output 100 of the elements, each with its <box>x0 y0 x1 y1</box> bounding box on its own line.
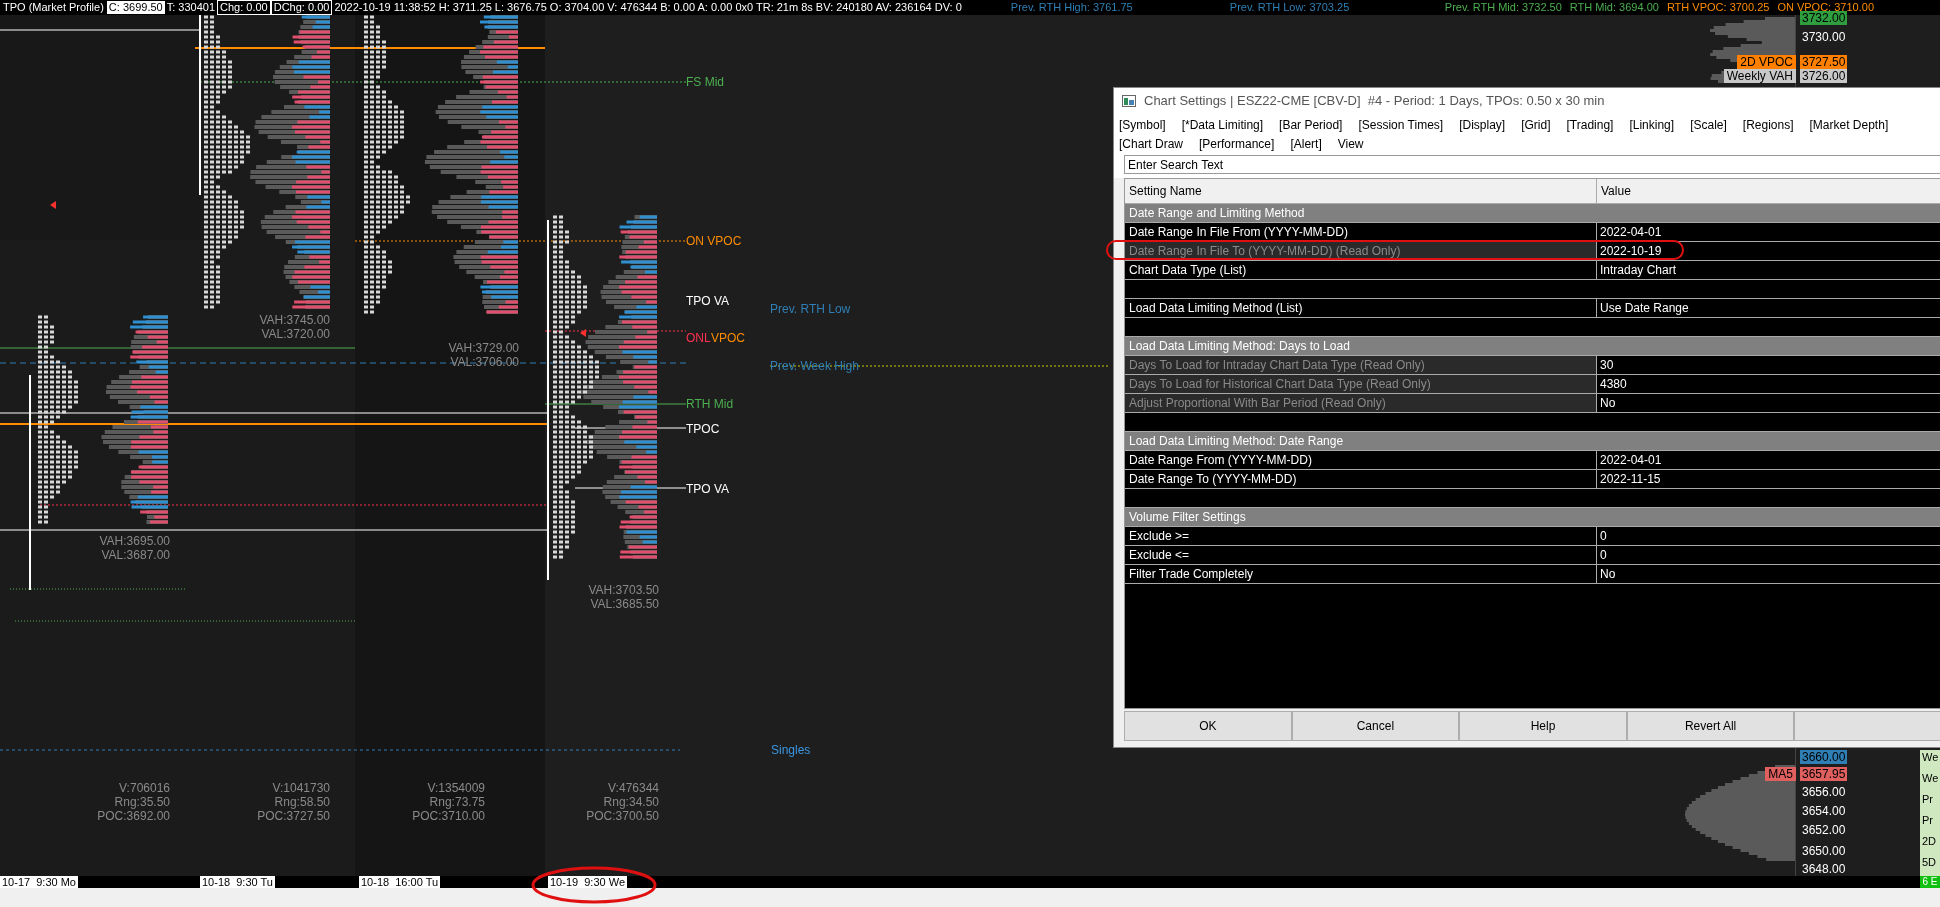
settings-tab[interactable]: [Bar Period] <box>1279 116 1343 135</box>
dialog-button[interactable]: OK <box>1124 711 1292 741</box>
session-range: Rng:35.50 <box>114 795 170 809</box>
setting-value[interactable]: 0 <box>1597 546 1940 564</box>
level-label: Prev. Week High <box>770 359 859 373</box>
settings-tab[interactable]: [Market Depth] <box>1809 116 1889 135</box>
study-label: 2D <box>1921 835 1938 848</box>
price-label: 3730.00 <box>1801 30 1847 44</box>
time-label: 10-18 9:30 Tu <box>200 876 275 888</box>
setting-value[interactable]: Intraday Chart <box>1597 261 1940 279</box>
value-area-high: VAH:3695.00 <box>99 534 170 548</box>
settings-tab[interactable]: [Linking] <box>1629 116 1675 135</box>
level-label: ON VPOC: 3710.00 <box>1777 1 1874 13</box>
level-label: ONL <box>686 331 711 345</box>
status-field: T: 330401 <box>164 1 217 14</box>
level-label: Prev. RTH Low: 3703.25 <box>1229 1 1351 14</box>
session-poc: POC:3700.50 <box>586 809 659 823</box>
value-area-low: VAL:3687.00 <box>101 548 170 562</box>
settings-tab[interactable]: [Scale] <box>1690 116 1727 135</box>
status-field: C: 3699.50 <box>106 1 165 14</box>
setting-name[interactable]: Days To Load for Intraday Chart Data Type (Read Only) <box>1125 356 1597 374</box>
study-label: 5D <box>1921 856 1938 869</box>
study-label: Pr <box>1921 793 1934 806</box>
group-header: Load Data Limiting Method: Date Range <box>1125 432 1940 451</box>
status-field: DChg: 0.00 <box>270 0 333 15</box>
session-range: Rng:58.50 <box>274 795 330 809</box>
level-label: RTH Mid: 3694.00 <box>1569 1 1659 14</box>
setting-value[interactable]: 4380 <box>1597 375 1940 393</box>
level-label: Prev. RTH Low <box>770 302 851 316</box>
settings-tab[interactable]: [Session Times] <box>1358 116 1444 135</box>
session-badge: 6 E <box>1920 876 1940 888</box>
level-label: RTH Mid <box>686 397 734 411</box>
search-field[interactable]: Enter Search Text <box>1124 155 1940 174</box>
level-label: Singles <box>771 743 811 757</box>
price-label: 3650.00 <box>1801 844 1847 858</box>
chart-title: TPO (Market Profile) <box>2 1 105 14</box>
value-area-low: VAL:3720.00 <box>261 327 330 341</box>
group-header: Volume Filter Settings <box>1125 508 1940 527</box>
price-label: 3657.95 <box>1800 767 1848 781</box>
setting-value[interactable]: Use Date Range <box>1597 299 1940 317</box>
price-label: 3648.00 <box>1801 862 1847 876</box>
setting-value[interactable]: 30 <box>1597 356 1940 374</box>
level-label: VPOC <box>711 331 745 345</box>
setting-value[interactable]: 2022-04-01 <box>1597 451 1940 469</box>
setting-value[interactable]: 0 <box>1597 527 1940 545</box>
setting-name[interactable]: Adjust Proportional With Bar Period (Read Only) <box>1125 394 1597 412</box>
price-tag: 2D VPOC <box>1737 55 1796 69</box>
setting-value[interactable]: 2022-11-15 <box>1597 470 1940 488</box>
settings-tab[interactable]: [Regions] <box>1742 116 1794 135</box>
group-header: Load Data Limiting Method: Days to Load <box>1125 337 1940 356</box>
settings-tab[interactable]: [Grid] <box>1521 116 1551 135</box>
settings-tab[interactable]: [Display] <box>1459 116 1506 135</box>
price-label: 3727.50 <box>1800 55 1848 69</box>
settings-tab[interactable]: [Performance] <box>1199 135 1275 154</box>
settings-tab[interactable]: [Symbol] <box>1119 116 1166 135</box>
price-label: 3732.00 <box>1800 11 1848 25</box>
level-label: TPO VA <box>686 294 730 308</box>
status-field: 2022-10-19 11:38:52 H: 3711.25 L: 3676.75 O: 3704.00 V: 476344 B: 0.00 A: 0.00 0x0 TR: 21m 8s BV: 240180 AV: 236164 DV: 0 <box>332 1 964 14</box>
price-label: 3652.00 <box>1801 823 1847 837</box>
dialog-button[interactable]: Revert All <box>1626 711 1795 741</box>
dialog-button[interactable]: Cancel <box>1291 711 1460 741</box>
setting-name[interactable]: Days To Load for Historical Chart Data Type (Read Only) <box>1125 375 1597 393</box>
status-field: Chg: 0.00 <box>217 0 271 15</box>
session-volume: V:476344 <box>608 781 659 795</box>
dialog-title: Chart Settings | ESZ22-CME [CBV-D] #4 - Period: 1 Days, TPOs: 0.50 x 30 min <box>1144 92 1605 111</box>
price-label: 3660.00 <box>1800 750 1848 764</box>
price-tag: MA5 <box>1765 767 1796 781</box>
session-poc: POC:3710.00 <box>412 809 485 823</box>
study-label: We <box>1921 772 1940 785</box>
settings-tab[interactable]: [Chart Draw <box>1119 135 1183 154</box>
level-label: RTH VPOC: 3700.25 <box>1666 1 1770 14</box>
settings-tab[interactable]: [Trading] <box>1566 116 1614 135</box>
study-label: Pr <box>1921 814 1934 827</box>
level-label: FS Mid <box>686 75 724 89</box>
settings-tab[interactable]: [*Data Limiting] <box>1181 116 1264 135</box>
setting-value[interactable]: No <box>1597 394 1940 412</box>
level-label: ON VPOC <box>686 234 742 248</box>
settings-tab[interactable]: [Alert] <box>1290 135 1322 154</box>
time-label: 10-18 16:00 Tu <box>359 876 441 888</box>
value-area-low: VAL:3685.50 <box>590 597 659 611</box>
session-volume: V:706016 <box>119 781 170 795</box>
price-label: 3656.00 <box>1801 785 1847 799</box>
settings-tab[interactable]: View <box>1337 135 1364 154</box>
session-range: Rng:73.75 <box>429 795 485 809</box>
price-label: 3654.00 <box>1801 804 1847 818</box>
session-poc: POC:3692.00 <box>97 809 170 823</box>
level-label: TPOC <box>686 422 720 436</box>
value-area-high: VAH:3729.00 <box>448 341 519 355</box>
study-label: We <box>1921 751 1940 764</box>
setting-value[interactable]: 2022-10-19 <box>1597 242 1940 260</box>
level-label: Prev. RTH Mid: 3732.50 <box>1444 1 1562 14</box>
price-tag: Weekly VAH <box>1723 69 1796 83</box>
setting-value[interactable]: No <box>1597 565 1940 583</box>
value-area-high: VAH:3703.50 <box>588 583 659 597</box>
dialog-button[interactable]: Help <box>1459 711 1627 741</box>
level-label: Prev. RTH High: 3761.75 <box>1010 1 1134 14</box>
session-range: Rng:34.50 <box>603 795 659 809</box>
setting-value[interactable]: 2022-04-01 <box>1597 223 1940 241</box>
value-area-high: VAH:3745.00 <box>259 313 330 327</box>
price-label: 3726.00 <box>1800 69 1848 83</box>
